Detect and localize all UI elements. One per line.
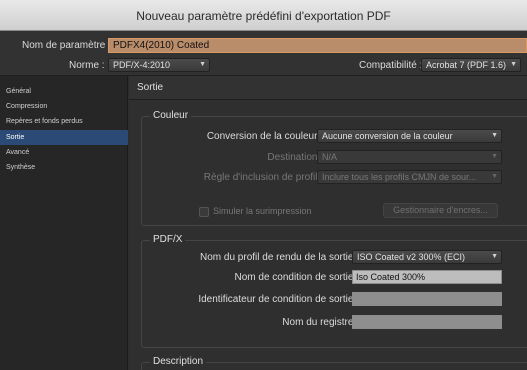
profile-inclusion-select[interactable]: Inclure tous les profils CMJN de sour...… [317,170,502,184]
output-intent-profile-value: ISO Coated v2 300% (ECI) [357,252,466,262]
destination-label: Destination : [267,152,323,163]
output-condition-name-input[interactable]: Iso Coated 300% [352,270,502,284]
registry-name-input[interactable] [352,315,502,329]
sidebar-item-output[interactable]: Sortie [0,130,128,145]
color-conversion-select[interactable]: Aucune conversion de la couleur ▼ [317,129,502,143]
compatibility-select-value: Acrobat 7 (PDF 1.6) [426,60,507,70]
sidebar-item-general[interactable]: Général [0,84,128,99]
compatibility-label: Compatibilité : [359,60,423,71]
color-conversion-label: Conversion de la couleur : [206,131,323,142]
standard-select[interactable]: PDF/X-4:2010 ▼ [108,58,210,72]
category-sidebar: Général Compression Repères et fonds per… [0,76,128,370]
window-titlebar: Nouveau paramètre prédéfini d'exportatio… [0,0,527,31]
chevron-down-icon: ▼ [491,253,498,260]
destination-select[interactable]: N/A ▼ [317,150,502,164]
color-group: Couleur Conversion de la couleur : Aucun… [141,110,527,226]
pdfx-group: PDF/X Nom du profil de rendu de la sorti… [141,234,527,348]
simulate-overprint-label: Simuler la surimpression [213,206,312,216]
output-panel: Sortie Couleur Conversion de la couleur … [129,76,527,370]
standard-select-value: PDF/X-4:2010 [113,60,171,70]
output-condition-name-label: Nom de condition de sortie : [234,272,359,283]
window-title: Nouveau paramètre prédéfini d'exportatio… [136,9,391,23]
chevron-down-icon: ▼ [510,61,517,68]
registry-name-label: Nom du registre : [282,317,359,328]
ink-manager-button[interactable]: Gestionnaire d'encres... [383,203,498,218]
chevron-down-icon: ▼ [491,153,498,160]
sidebar-item-summary[interactable]: Synthèse [0,160,128,175]
color-conversion-value: Aucune conversion de la couleur [322,131,453,141]
color-group-title: Couleur [150,110,192,121]
preset-name-input[interactable]: PDFX4(2010) Coated [108,38,527,53]
preset-name-label: Nom de paramètre : [22,40,111,51]
output-condition-identifier-input[interactable] [352,292,502,306]
standard-label: Norme : [69,60,105,71]
destination-value: N/A [322,152,338,162]
output-intent-profile-label: Nom du profil de rendu de la sortie : [200,252,359,263]
chevron-down-icon: ▼ [491,132,498,139]
output-intent-profile-select[interactable]: ISO Coated v2 300% (ECI) ▼ [352,250,502,264]
description-group-title: Description [150,356,207,367]
section-title: Sortie [137,82,164,93]
chevron-down-icon: ▼ [199,61,206,68]
output-condition-identifier-label: Identificateur de condition de sortie : [198,294,359,305]
description-group: Description [141,356,527,370]
profile-inclusion-label: Règle d'inclusion de profil : [203,172,323,183]
sidebar-item-advanced[interactable]: Avancé [0,145,128,160]
compatibility-select[interactable]: Acrobat 7 (PDF 1.6) ▼ [421,58,521,72]
sidebar-item-marks-bleeds[interactable]: Repères et fonds perdus [0,114,128,129]
pdfx-group-title: PDF/X [150,234,186,245]
simulate-overprint-checkbox[interactable] [199,207,209,217]
chevron-down-icon: ▼ [491,173,498,180]
sidebar-item-compression[interactable]: Compression [0,99,128,114]
profile-inclusion-value: Inclure tous les profils CMJN de sour... [322,172,477,182]
section-header: Sortie [129,76,527,100]
preset-header: Nom de paramètre : PDFX4(2010) Coated No… [0,31,527,76]
